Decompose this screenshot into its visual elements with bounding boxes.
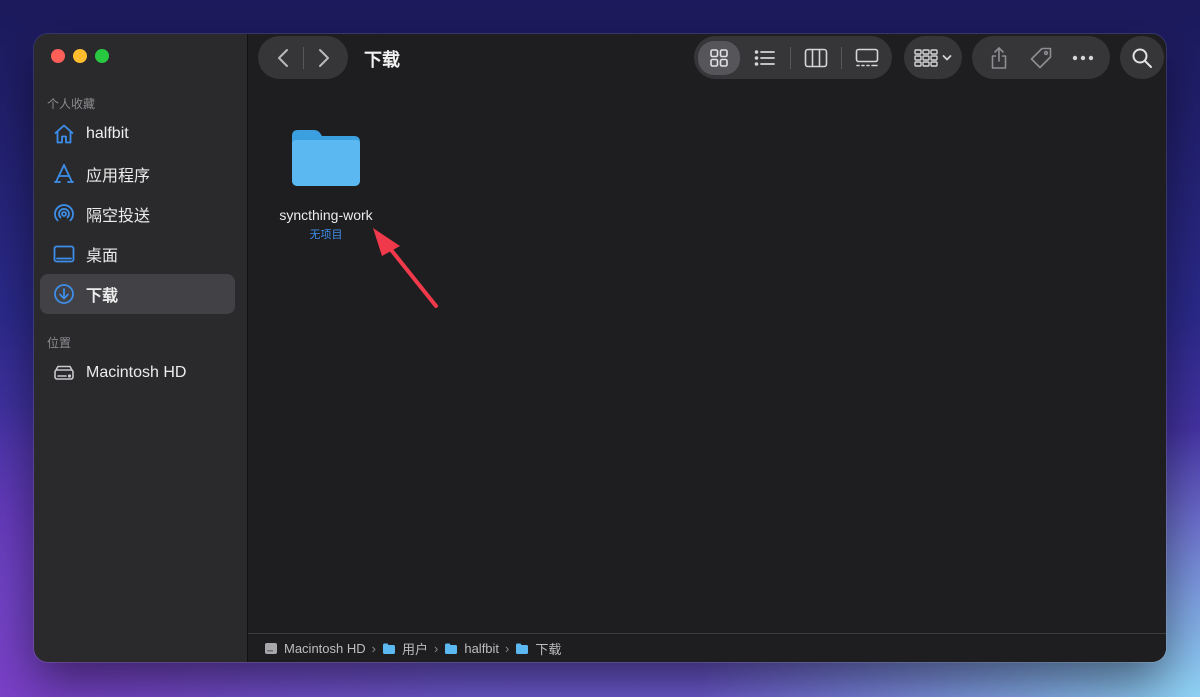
list-icon [754,49,775,66]
sidebar-item-halfbit[interactable]: halfbit [40,114,235,154]
folder-icon [516,643,529,654]
gallery-view-button[interactable] [846,41,888,75]
ellipsis-icon [1072,55,1094,60]
divider [790,46,791,69]
search-button[interactable] [1120,36,1164,79]
download-icon [52,282,76,306]
folder-icon [292,130,360,186]
window-title: 下载 [364,50,400,70]
back-button[interactable] [266,41,300,75]
chevron-right-icon [318,48,329,67]
sidebar: 个人收藏 halfbit 应用程序 隔空投送 桌面 下载 位置 Macintos… [34,34,248,662]
applications-icon [52,162,76,186]
main-area: 下载 syncthing-work 无项目 Macintosh HD › 用户 … [248,34,1166,662]
locations-section-label: 位置 [47,336,72,350]
tag-icon [1030,47,1052,68]
chevron-left-icon [277,48,288,67]
sidebar-item-label: 应用程序 [86,168,151,185]
search-icon [1132,48,1152,68]
close-button[interactable] [51,49,65,63]
more-button[interactable] [1064,41,1102,75]
columns-icon [804,48,828,67]
toolbar: 下载 [248,34,1166,82]
folder-item[interactable]: syncthing-work 无项目 [266,126,386,242]
sidebar-item-label: Macintosh HD [86,364,187,381]
navigation-group [258,36,348,79]
airdrop-icon [52,202,76,226]
sidebar-item-macintosh-hd[interactable]: Macintosh HD [40,353,235,393]
path-crumb-downloads[interactable]: 下载 [515,639,561,658]
gallery-icon [855,48,879,66]
path-crumb-users[interactable]: 用户 [382,639,428,658]
icon-view-button[interactable] [698,40,740,75]
actions-group [972,36,1110,79]
sidebar-item-label: 桌面 [86,248,119,265]
folder-icon [445,643,458,654]
divider [302,46,304,69]
chevron-right-icon: › [505,640,510,656]
chevron-down-icon [942,54,952,60]
sidebar-item-label: halfbit [86,125,129,142]
group-icon [914,48,938,67]
column-view-button[interactable] [795,41,837,75]
path-crumb-halfbit[interactable]: halfbit [444,641,499,656]
forward-button[interactable] [307,41,341,75]
path-bar: Macintosh HD › 用户 › halfbit › 下载 [248,633,1166,662]
sidebar-item-label: 下载 [86,288,119,305]
folder-item-count: 无项目 [309,229,343,241]
sidebar-item-applications[interactable]: 应用程序 [40,154,235,194]
file-area: syncthing-work 无项目 [248,82,1166,634]
share-icon [991,46,1007,69]
folder-icon [382,643,395,654]
sidebar-item-desktop[interactable]: 桌面 [40,234,235,274]
tag-button[interactable] [1022,41,1060,75]
list-view-button[interactable] [744,41,786,75]
chevron-right-icon: › [371,640,376,656]
path-crumb-macintosh-hd[interactable]: Macintosh HD [264,641,366,656]
view-mode-group [694,36,892,79]
hard-drive-icon [52,361,76,385]
share-button[interactable] [980,41,1018,75]
sidebar-item-label: 隔空投送 [86,208,151,225]
minimize-button[interactable] [73,49,87,63]
folder-name: syncthing-work [279,207,373,223]
divider [841,46,842,69]
sidebar-item-airdrop[interactable]: 隔空投送 [40,194,235,234]
sidebar-item-downloads[interactable]: 下载 [40,274,235,314]
zoom-button[interactable] [95,49,109,63]
hard-drive-icon [265,642,277,654]
chevron-right-icon: › [434,640,439,656]
favorites-section-label: 个人收藏 [47,97,96,111]
desktop-icon [52,242,76,266]
group-by-button[interactable] [904,36,962,79]
finder-window: 个人收藏 halfbit 应用程序 隔空投送 桌面 下载 位置 Macintos… [34,34,1166,662]
grid-icon [710,48,728,67]
window-controls [51,49,109,63]
home-icon [52,122,76,146]
